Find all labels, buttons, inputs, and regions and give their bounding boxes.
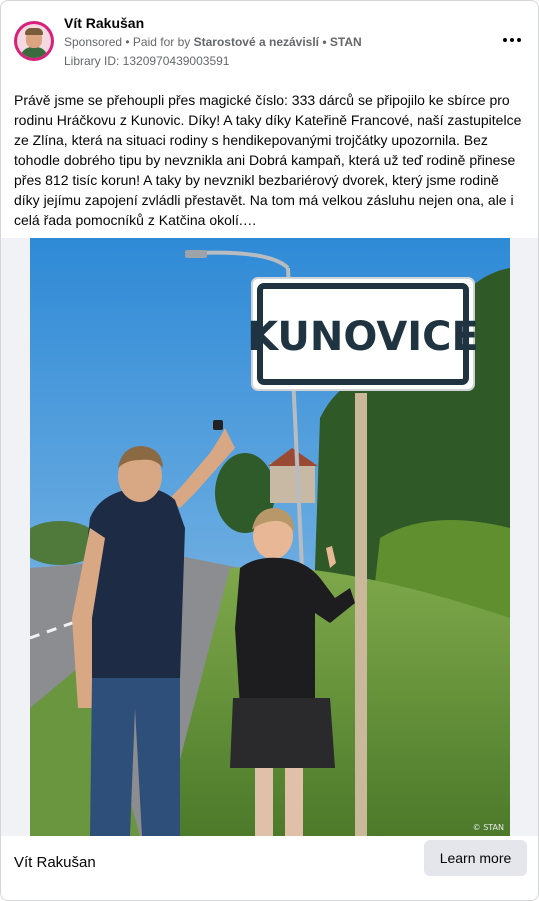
learn-more-button[interactable]: Learn more (424, 840, 527, 876)
paid-for-prefix: • Paid for by (122, 35, 194, 49)
paid-for-name: Starostové a nezávislí • STAN (193, 35, 362, 49)
sponsored-meta: Sponsored • Paid for by Starostové a nez… (64, 35, 362, 49)
avatar-image (17, 24, 51, 58)
ad-card: Vít Rakušan Sponsored • Paid for by Star… (0, 0, 539, 901)
more-horizontal-icon[interactable] (498, 30, 526, 50)
post-media: KUNOVICE © STAN (1, 238, 538, 836)
sign-text: KUNOVICE (247, 314, 479, 360)
post-photo[interactable]: KUNOVICE © STAN (30, 238, 510, 836)
post-header: Vít Rakušan Sponsored • Paid for by Star… (14, 13, 526, 73)
photo-watermark: © STAN (473, 823, 504, 832)
page-name[interactable]: Vít Rakušan (64, 15, 144, 31)
ad-footer: Vít Rakušan Learn more (1, 836, 538, 900)
footer-page-name[interactable]: Vít Rakušan (14, 854, 96, 871)
sponsored-label: Sponsored (64, 35, 123, 49)
library-id: Library ID: 1320970439003591 (64, 54, 230, 68)
page-avatar[interactable] (14, 21, 54, 61)
post-body-text: Právě jsme se přehoupli přes magické čís… (14, 92, 522, 228)
